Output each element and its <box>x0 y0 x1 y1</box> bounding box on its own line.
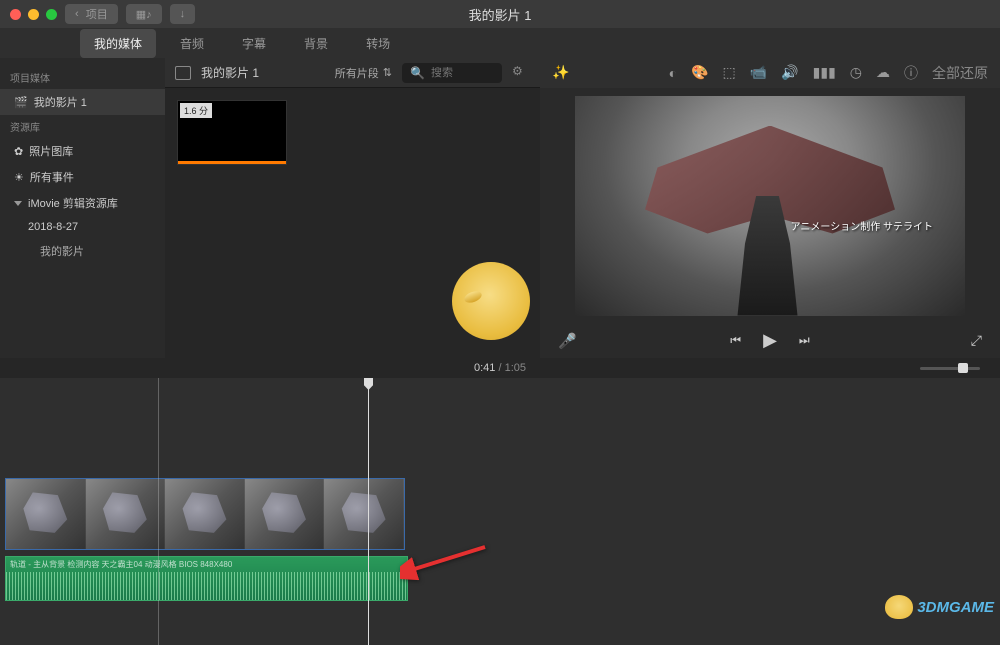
waveform <box>6 572 407 600</box>
annotation-arrow <box>400 543 490 583</box>
sidebar-item-photos[interactable]: ✿ 照片图库 <box>0 138 165 164</box>
window-controls <box>10 9 57 20</box>
next-button[interactable]: ⏭ <box>799 333 810 348</box>
sidebar-item-my-movie[interactable]: 我的影片 <box>0 238 165 264</box>
video-frame-thumb <box>324 479 404 549</box>
video-track[interactable] <box>5 478 405 550</box>
gear-icon[interactable]: ⚙ <box>512 64 530 82</box>
mascot-icon <box>885 595 913 619</box>
search-input[interactable]: 🔍 <box>402 63 502 83</box>
marker-line <box>158 378 159 645</box>
star-icon: ☀ <box>14 171 24 184</box>
playback-controls: 🎤 ⏮ ▶ ⏭ ⤢ <box>540 324 1000 358</box>
search-icon: 🔍 <box>410 66 425 80</box>
view-options-button[interactable]: ▦♪ <box>126 4 162 24</box>
watermark: 3DMGAME <box>885 595 994 619</box>
video-subtitle: アニメーション制作 サテライト <box>791 218 933 233</box>
sidebar-item-imovie-library[interactable]: iMovie 剪辑资源库 <box>0 190 165 216</box>
wand-icon[interactable]: ✨ <box>552 64 569 81</box>
tab-titles[interactable]: 字幕 <box>228 29 280 58</box>
time-indicator: 0:41 / 1:05 <box>0 358 1000 378</box>
video-frame-thumb <box>165 479 245 549</box>
preview-toolbar: ✨ ◐ 🎨 ⬚ 📹 🔊 ▮▮▮ ◷ ☁ ⓘ 全部还原 <box>540 58 1000 88</box>
reset-all-button[interactable]: 全部还原 <box>932 63 988 83</box>
chevron-down-icon <box>14 201 22 206</box>
imovie-lib-label: iMovie 剪辑资源库 <box>28 195 118 211</box>
minimize-icon[interactable] <box>28 9 39 20</box>
total-time: 1:05 <box>505 362 526 374</box>
back-label: 项目 <box>86 6 108 22</box>
project-media-header: 项目媒体 <box>0 66 165 89</box>
sidebar-item-all-events[interactable]: ☀ 所有事件 <box>0 164 165 190</box>
color-correction-icon[interactable]: 🎨 <box>691 64 708 81</box>
playhead[interactable] <box>368 378 369 645</box>
audio-track-label: 轨道 - 主从背景 检测内容 天之霸主04 动漫风格 BIOS 848X480 <box>10 559 232 570</box>
tab-my-media[interactable]: 我的媒体 <box>80 29 156 58</box>
all-events-label: 所有事件 <box>30 169 74 185</box>
search-field[interactable] <box>431 67 491 79</box>
volume-icon[interactable]: 🔊 <box>781 64 798 81</box>
project-name-label: 我的影片 1 <box>34 94 87 110</box>
film-icon: 🎬 <box>14 96 28 109</box>
audio-track[interactable]: 轨道 - 主从背景 检测内容 天之霸主04 动漫风格 BIOS 848X480 <box>5 556 408 601</box>
filter-label: 所有片段 <box>335 65 379 81</box>
library-sidebar: 项目媒体 🎬 我的影片 1 资源库 ✿ 照片图库 ☀ 所有事件 iMovie 剪… <box>0 58 165 358</box>
media-clip[interactable]: 1.6 分 <box>177 100 287 165</box>
sidebar-item-event-date[interactable]: 2018-8-27 <box>0 216 165 238</box>
filter-dropdown[interactable]: 所有片段 ⇅ <box>335 65 392 81</box>
speed-icon[interactable]: ◷ <box>850 64 862 81</box>
current-time: 0:41 <box>474 362 495 374</box>
sidebar-item-project[interactable]: 🎬 我的影片 1 <box>0 89 165 115</box>
timeline[interactable]: 轨道 - 主从背景 检测内容 天之霸主04 动漫风格 BIOS 848X480 <box>0 378 1000 645</box>
media-tabs: 我的媒体 音频 字幕 背景 转场 <box>0 28 1000 58</box>
list-toggle-icon[interactable] <box>175 66 191 80</box>
prev-button[interactable]: ⏮ <box>730 333 741 348</box>
back-button[interactable]: ‹ 项目 <box>65 4 118 24</box>
browser-toolbar: 我的影片 1 所有片段 ⇅ 🔍 ⚙ <box>165 58 540 88</box>
maximize-icon[interactable] <box>46 9 57 20</box>
preview-panel: ✨ ◐ 🎨 ⬚ 📹 🔊 ▮▮▮ ◷ ☁ ⓘ 全部还原 アニメーション制作 サテラ… <box>540 58 1000 358</box>
flower-icon: ✿ <box>14 145 23 158</box>
clip-orange-bar <box>178 161 286 164</box>
video-frame-thumb <box>6 479 86 549</box>
mascot-overlay <box>452 262 530 340</box>
import-button[interactable]: ↓ <box>170 4 196 24</box>
watermark-text: 3DMGAME <box>917 599 994 616</box>
tab-backgrounds[interactable]: 背景 <box>290 29 342 58</box>
stabilize-icon[interactable]: 📹 <box>750 64 767 81</box>
tab-audio[interactable]: 音频 <box>166 29 218 58</box>
tab-transitions[interactable]: 转场 <box>352 29 404 58</box>
equalizer-icon[interactable]: ▮▮▮ <box>813 64 836 81</box>
microphone-icon[interactable]: 🎤 <box>558 332 577 350</box>
my-movie-label: 我的影片 <box>40 243 84 259</box>
play-button[interactable]: ▶ <box>763 330 777 351</box>
filter-icon[interactable]: ☁ <box>876 64 890 81</box>
clip-duration-badge: 1.6 分 <box>180 103 212 118</box>
browser-title: 我的影片 1 <box>201 64 259 81</box>
photos-label: 照片图库 <box>29 143 73 159</box>
crop-icon[interactable]: ⬚ <box>723 64 736 81</box>
video-frame[interactable]: アニメーション制作 サテライト <box>575 96 965 316</box>
color-balance-icon[interactable]: ◐ <box>669 65 677 81</box>
event-date-label: 2018-8-27 <box>28 221 78 233</box>
fullscreen-icon[interactable]: ⤢ <box>971 332 982 349</box>
video-frame-thumb <box>245 479 325 549</box>
library-header: 资源库 <box>0 115 165 138</box>
video-viewport: アニメーション制作 サテライト <box>540 88 1000 324</box>
info-icon[interactable]: ⓘ <box>904 63 918 83</box>
title-bar: ‹ 项目 ▦♪ ↓ 我的影片 1 <box>0 0 1000 28</box>
video-frame-thumb <box>86 479 166 549</box>
zoom-slider[interactable] <box>920 367 980 370</box>
close-icon[interactable] <box>10 9 21 20</box>
updown-icon: ⇅ <box>383 66 392 79</box>
